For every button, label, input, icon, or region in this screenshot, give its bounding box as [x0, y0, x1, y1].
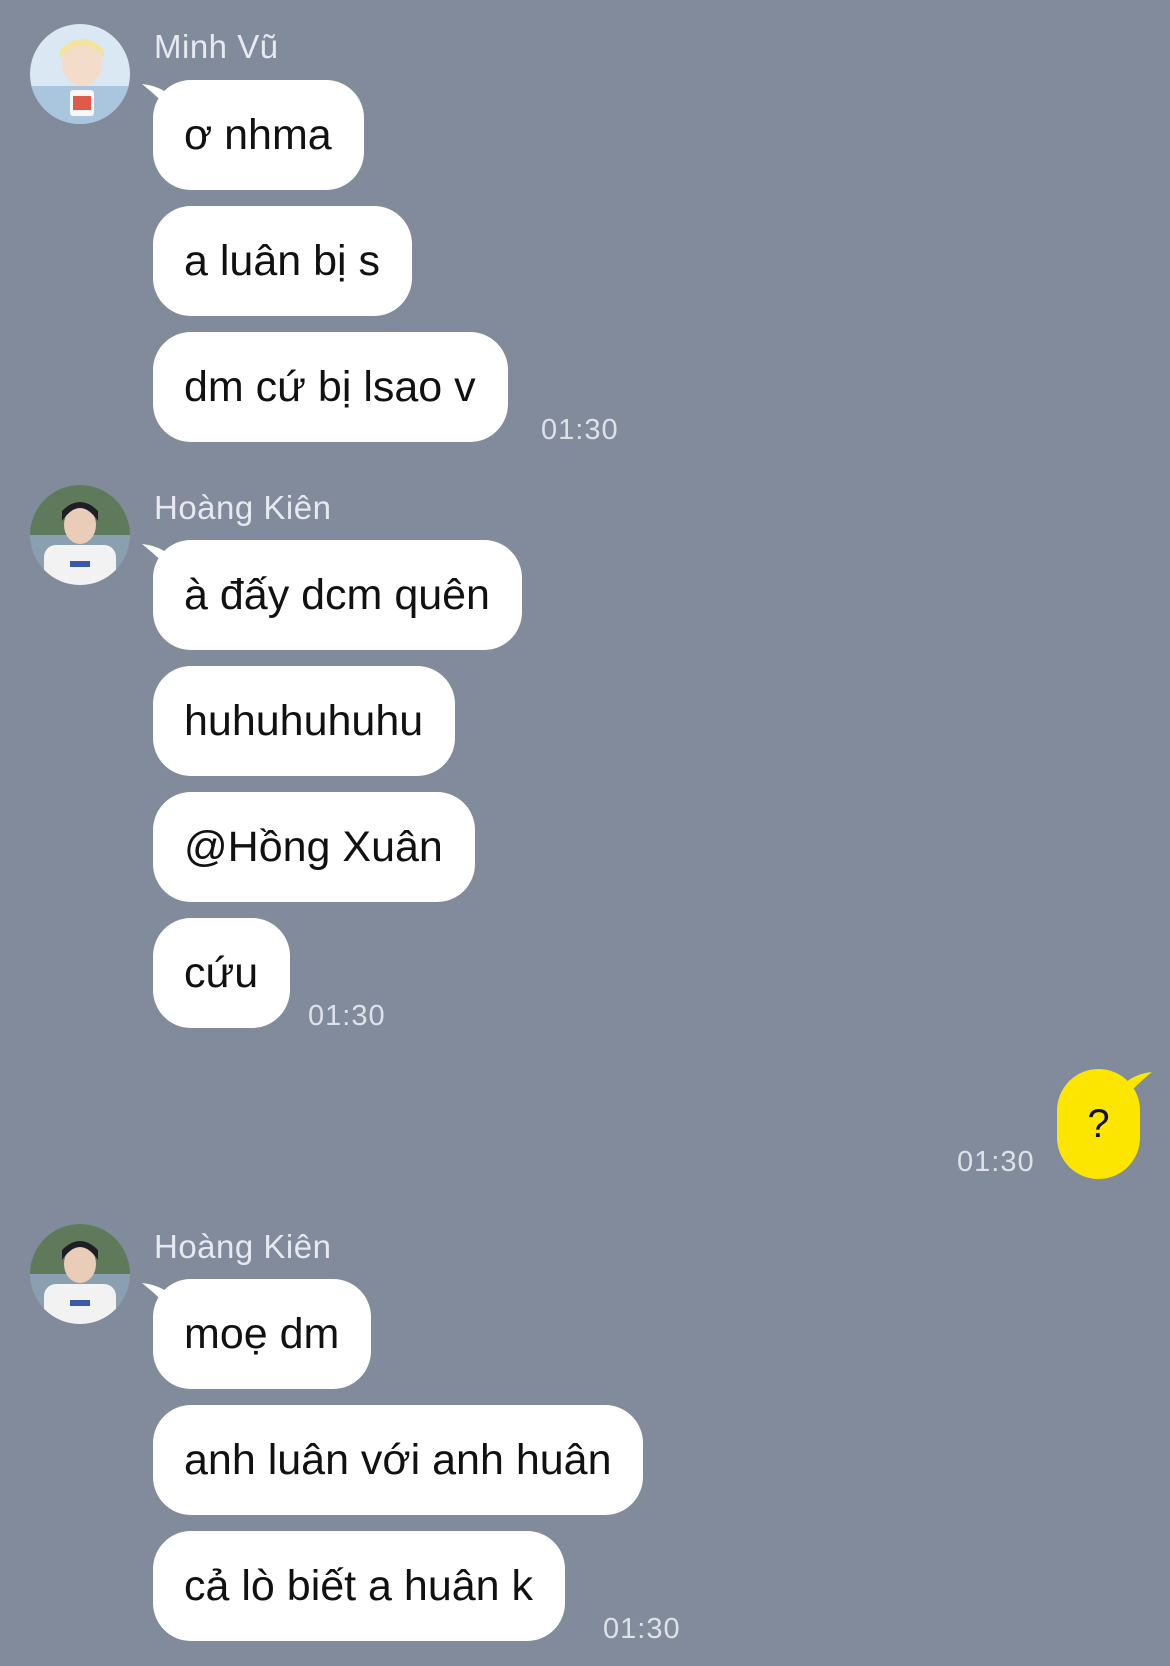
message-timestamp: 01:30 [603, 1613, 681, 1645]
sender-name: Hoàng Kiên [154, 1228, 332, 1265]
message-bubble[interactable]: cứu [153, 918, 291, 1028]
message-bubble[interactable]: @Hồng Xuân [153, 792, 475, 902]
message-bubble[interactable]: huhuhuhuhu [153, 666, 456, 776]
message-bubble[interactable]: cả lò biết a huân k [153, 1531, 566, 1641]
message-bubble[interactable]: a luân bị s [153, 206, 413, 316]
user-avatar-icon [30, 485, 130, 585]
message-timestamp: 01:30 [957, 1146, 1035, 1178]
message-bubble[interactable]: moẹ dm [153, 1279, 372, 1389]
message-bubble[interactable]: anh luân với anh huân [153, 1405, 644, 1515]
message-timestamp: 01:30 [541, 414, 619, 446]
message-bubble[interactable]: à đấy dcm quên [153, 540, 522, 650]
bubble-tail [1116, 1072, 1152, 1108]
message-timestamp: 01:30 [308, 1000, 386, 1032]
user-avatar-icon [30, 24, 130, 124]
sender-name: Hoàng Kiên [154, 489, 332, 526]
sender-name: Minh Vũ [154, 28, 279, 65]
user-avatar-icon [30, 1224, 130, 1324]
avatar-hoang-kien[interactable] [30, 1224, 130, 1324]
message-bubble[interactable]: ơ nhma [153, 80, 364, 190]
avatar-minh-vu[interactable] [30, 24, 130, 124]
message-bubble[interactable]: dm cứ bị lsao v [153, 332, 508, 442]
avatar-hoang-kien[interactable] [30, 485, 130, 585]
